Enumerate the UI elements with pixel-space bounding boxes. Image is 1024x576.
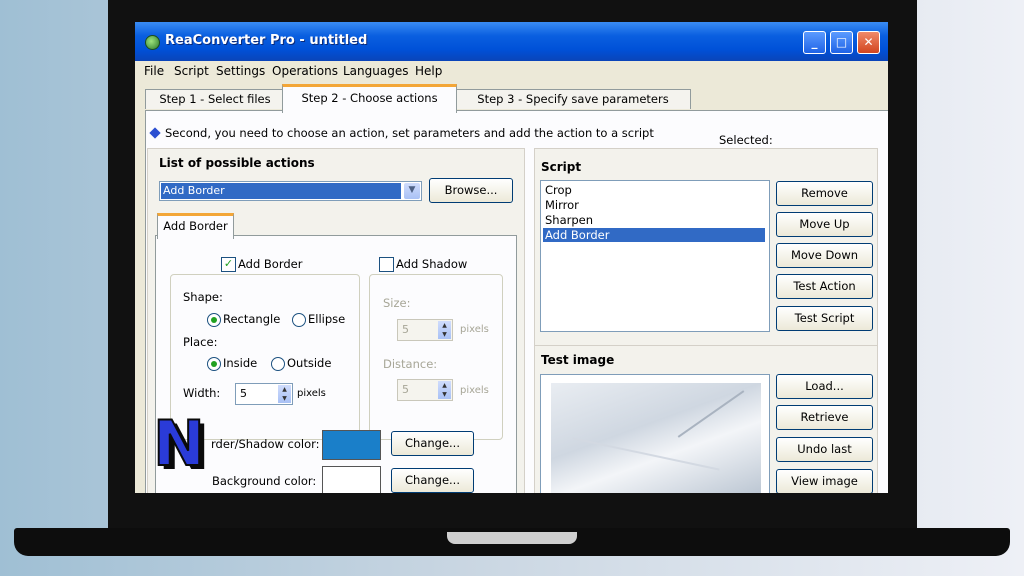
width-stepper[interactable]: 5 ▲ ▼ [235, 383, 293, 405]
close-button[interactable]: ✕ [857, 31, 880, 54]
size-value: 5 [402, 323, 409, 336]
hint-text: Second, you need to choose an action, se… [149, 126, 654, 140]
tab-step-1[interactable]: Step 1 - Select files [145, 89, 285, 109]
hint-label: Second, you need to choose an action, se… [165, 126, 654, 140]
browse-button[interactable]: Browse... [429, 178, 513, 203]
size-label: Size: [383, 296, 411, 310]
n-logo-letter: N [153, 413, 205, 473]
preview-photo [551, 383, 761, 493]
place-outside-label: Outside [287, 356, 332, 370]
border-color-label: rder/Shadow color: [211, 437, 320, 451]
tab-step-2[interactable]: Step 2 - Choose actions [282, 84, 457, 113]
script-item-add-border[interactable]: Add Border [543, 228, 765, 242]
script-title: Script [541, 160, 582, 174]
view-image-button[interactable]: View image [776, 469, 873, 493]
bullet-icon [149, 127, 161, 139]
script-list[interactable]: Crop Mirror Sharpen Add Border [540, 180, 770, 332]
retrieve-button[interactable]: Retrieve [776, 405, 873, 430]
undo-last-button[interactable]: Undo last [776, 437, 873, 462]
step-tabs: Step 1 - Select files Step 2 - Choose ac… [135, 81, 888, 113]
script-item-mirror[interactable]: Mirror [543, 198, 765, 212]
add-border-checkbox[interactable]: ✓ [221, 257, 236, 272]
menu-script[interactable]: Script [174, 64, 209, 78]
distance-value: 5 [402, 383, 409, 396]
shape-ellipse-label: Ellipse [308, 312, 346, 326]
tab-step-3[interactable]: Step 3 - Specify save parameters [455, 89, 691, 109]
place-label: Place: [183, 335, 218, 349]
laptop-notch [447, 532, 577, 544]
place-outside-radio[interactable] [271, 357, 285, 371]
action-select[interactable]: Add Border ▼ [159, 181, 422, 201]
add-border-label: Add Border [238, 257, 303, 271]
background-color-swatch[interactable] [322, 466, 381, 493]
action-select-value: Add Border [161, 183, 401, 199]
add-shadow-checkbox[interactable] [379, 257, 394, 272]
shape-rectangle-label: Rectangle [223, 312, 281, 326]
distance-stepper[interactable]: 5 ▲ ▼ [397, 379, 453, 401]
reaconverter-icon [145, 35, 160, 50]
load-button[interactable]: Load... [776, 374, 873, 399]
test-image-title: Test image [541, 353, 615, 367]
menu-operations[interactable]: Operations [272, 64, 338, 78]
width-value: 5 [240, 387, 247, 400]
stepper-arrows-icon[interactable]: ▲ ▼ [438, 381, 451, 399]
selected-label: Selected: [719, 133, 773, 147]
width-label: Width: [183, 386, 221, 400]
test-image-preview [540, 374, 770, 493]
menu-help[interactable]: Help [415, 64, 442, 78]
place-inside-radio[interactable] [207, 357, 221, 371]
menu-bar: File Script Settings Operations Language… [135, 61, 888, 81]
shape-rectangle-radio[interactable] [207, 313, 221, 327]
test-script-button[interactable]: Test Script [776, 306, 873, 331]
title-bar[interactable]: ReaConverter Pro - untitled _ □ ✕ [135, 22, 888, 61]
size-stepper[interactable]: 5 ▲ ▼ [397, 319, 453, 341]
script-item-crop[interactable]: Crop [543, 183, 765, 197]
change-border-color-button[interactable]: Change... [391, 431, 474, 456]
menu-file[interactable]: File [144, 64, 164, 78]
app-window: ReaConverter Pro - untitled _ □ ✕ File S… [135, 22, 888, 493]
window-title: ReaConverter Pro - untitled [165, 33, 368, 48]
actions-title: List of possible actions [159, 156, 315, 170]
script-item-sharpen[interactable]: Sharpen [543, 213, 765, 227]
change-background-color-button[interactable]: Change... [391, 468, 474, 493]
menu-settings[interactable]: Settings [216, 64, 265, 78]
background-color-label: Background color: [212, 474, 317, 488]
width-unit: pixels [297, 388, 326, 399]
move-up-button[interactable]: Move Up [776, 212, 873, 237]
shape-label: Shape: [183, 290, 223, 304]
distance-unit: pixels [460, 385, 489, 396]
test-action-button[interactable]: Test Action [776, 274, 873, 299]
chevron-down-icon[interactable]: ▼ [404, 183, 420, 199]
place-inside-label: Inside [223, 356, 258, 370]
menu-languages[interactable]: Languages [343, 64, 408, 78]
shape-ellipse-radio[interactable] [292, 313, 306, 327]
tab-add-border[interactable]: Add Border [157, 213, 234, 239]
n-logo-icon: N N [152, 413, 207, 473]
distance-label: Distance: [383, 357, 438, 371]
photo-line [572, 437, 720, 471]
stepper-arrows-icon[interactable]: ▲ ▼ [278, 385, 291, 403]
photo-pen [677, 390, 745, 438]
minimize-button[interactable]: _ [803, 31, 826, 54]
remove-button[interactable]: Remove [776, 181, 873, 206]
add-shadow-label: Add Shadow [396, 257, 468, 271]
border-color-swatch[interactable] [322, 430, 381, 460]
size-unit: pixels [460, 324, 489, 335]
maximize-button[interactable]: □ [830, 31, 853, 54]
move-down-button[interactable]: Move Down [776, 243, 873, 268]
stepper-arrows-icon[interactable]: ▲ ▼ [438, 321, 451, 339]
